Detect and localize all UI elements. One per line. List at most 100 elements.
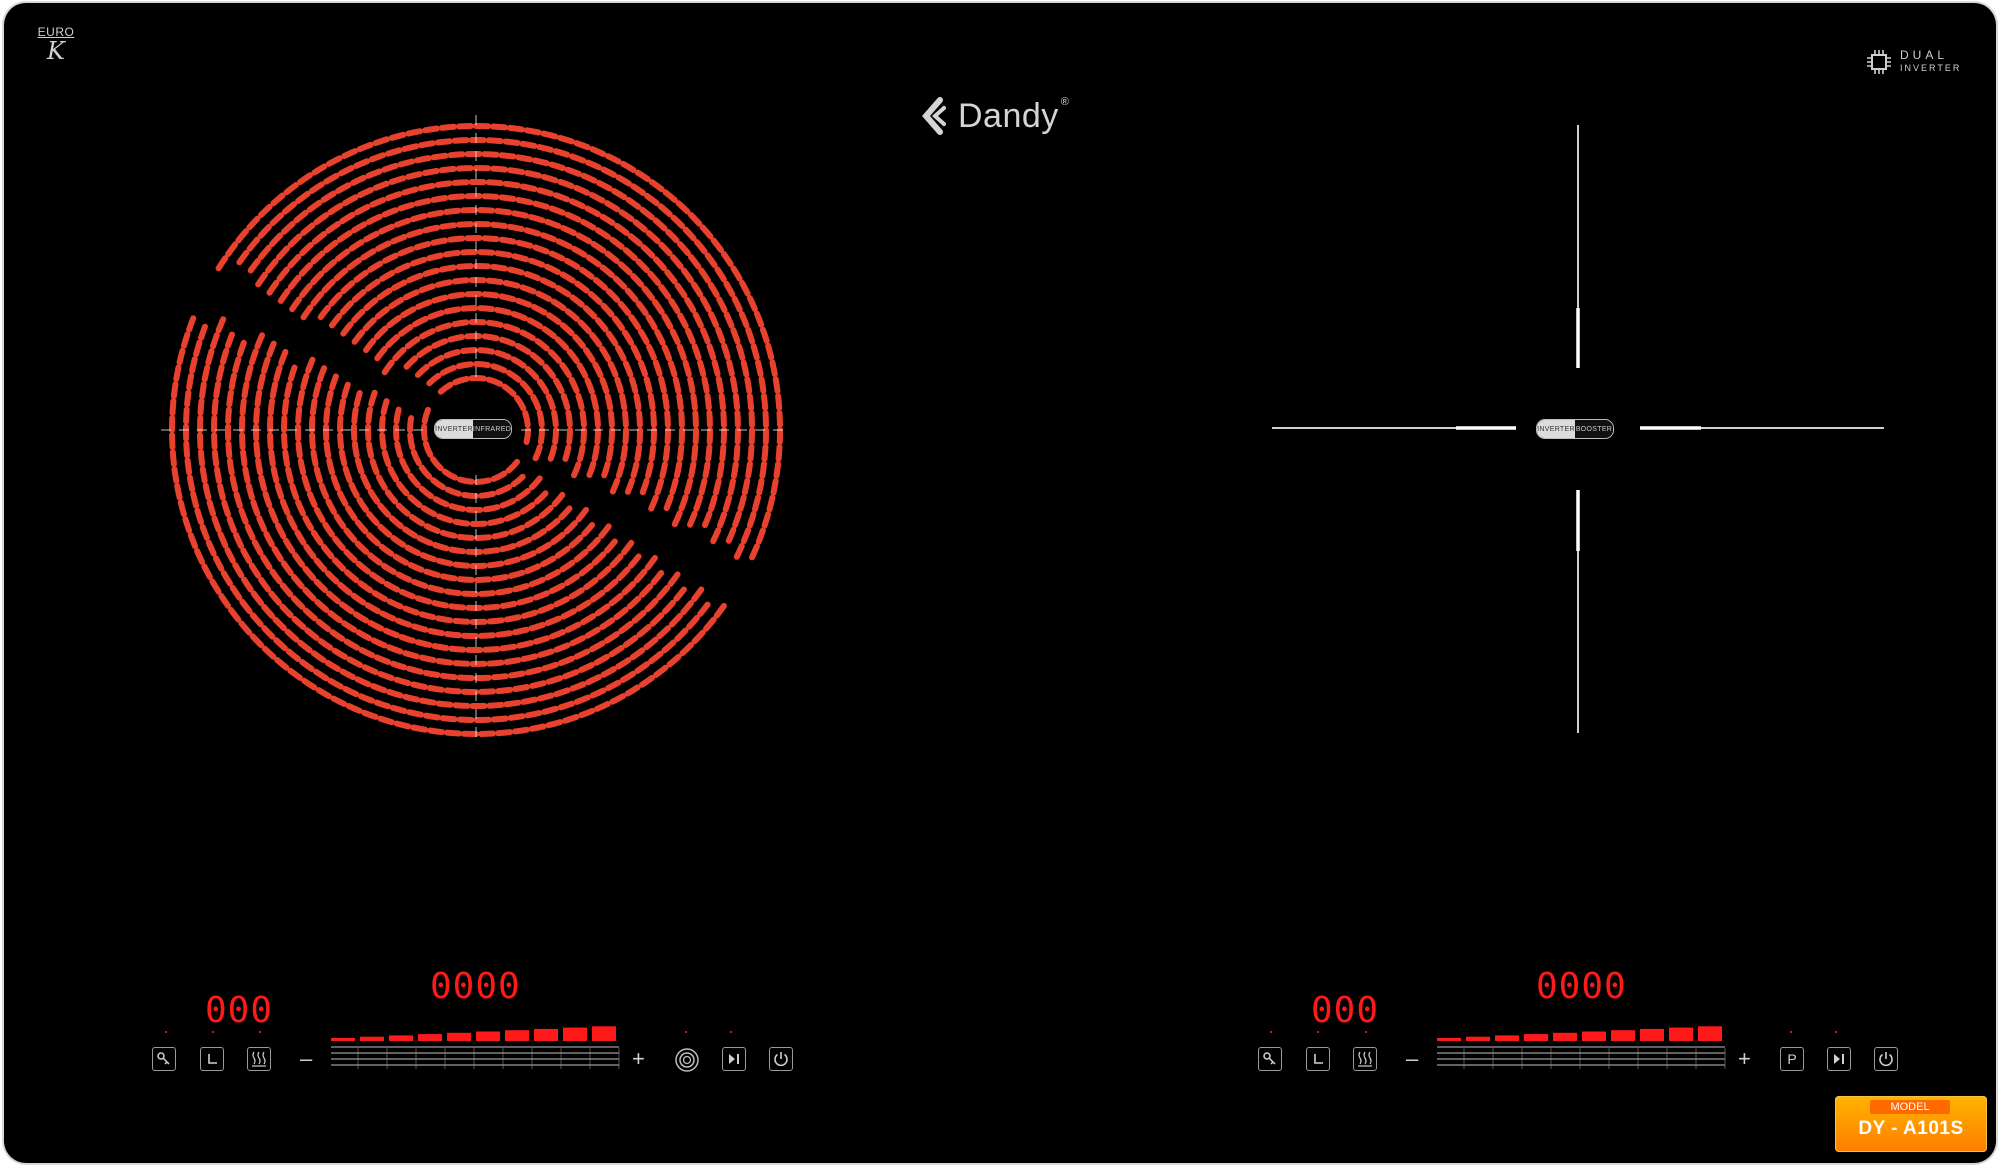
coil-segment <box>225 440 233 459</box>
coil-segment <box>548 250 566 262</box>
coil-segment <box>439 222 457 230</box>
coil-segment <box>199 523 210 541</box>
coil-segment <box>317 365 328 383</box>
coil-segment <box>515 154 534 163</box>
coil-segment <box>538 504 554 519</box>
coil-segment <box>645 230 661 245</box>
left-minus-button[interactable]: – <box>300 1048 312 1070</box>
coil-segment <box>549 629 567 640</box>
coil-segment <box>653 664 669 678</box>
coil-segment <box>635 300 649 317</box>
right-minus-button[interactable]: – <box>1406 1048 1418 1070</box>
right-special-mode-button[interactable]: P <box>1780 1047 1804 1071</box>
coil-segment <box>427 727 445 736</box>
coil-segment <box>516 596 534 606</box>
coil-segment <box>423 523 441 534</box>
coil-segment <box>255 271 268 288</box>
coil-segment <box>410 724 429 733</box>
coil-segment <box>355 629 372 642</box>
indicator-dot <box>1835 1031 1837 1033</box>
coil-segment <box>346 257 363 271</box>
power-level-bar <box>476 1031 500 1041</box>
coil-segment <box>282 537 296 554</box>
left-special-mode-button[interactable] <box>674 1047 700 1073</box>
left-power-button[interactable] <box>769 1047 793 1071</box>
coil-segment <box>369 571 386 585</box>
left-zone-infrared-label: INFRARED <box>473 420 511 438</box>
coil-segment <box>680 600 694 616</box>
coil-segment <box>722 494 733 513</box>
right-power-slider[interactable] <box>1435 1019 1731 1071</box>
coil-segment <box>668 297 681 315</box>
coil-segment <box>486 701 505 709</box>
key-lock-button[interactable] <box>152 1047 176 1071</box>
coil-segment <box>341 620 358 633</box>
coil-segment <box>244 364 254 383</box>
coil-segment <box>419 552 437 563</box>
timer-button[interactable] <box>200 1047 224 1071</box>
coil-segment <box>494 306 512 316</box>
coil-segment <box>662 444 671 463</box>
coil-segment <box>552 427 560 445</box>
coil-segment <box>611 188 628 201</box>
coil-segment <box>635 258 650 274</box>
coil-segment <box>340 321 354 337</box>
coil-segment <box>294 529 307 546</box>
coil-segment <box>304 627 320 641</box>
coil-segment <box>510 356 527 369</box>
coil-segment <box>490 470 508 482</box>
coil-segment <box>224 546 236 564</box>
coil-segment <box>637 359 648 378</box>
coil-segment <box>740 359 750 378</box>
coil-segment <box>716 461 725 479</box>
coil-segment <box>397 202 415 212</box>
coil-segment <box>407 472 421 488</box>
coil-segment <box>452 375 470 386</box>
right-timer-button[interactable] <box>1306 1047 1330 1071</box>
coil-segment <box>688 254 702 270</box>
coil-segment <box>176 347 186 366</box>
coil-segment <box>649 612 665 627</box>
right-plus-button[interactable]: + <box>1738 1048 1751 1070</box>
coil-segment <box>418 611 437 621</box>
coil-segment <box>321 278 336 294</box>
coil-segment <box>746 510 757 529</box>
coil-segment <box>398 588 416 600</box>
coil-segment <box>309 432 316 451</box>
coil-segment <box>357 187 374 198</box>
right-key-lock-button[interactable] <box>1258 1047 1282 1071</box>
left-power-slider[interactable] <box>329 1019 625 1071</box>
coil-segment <box>604 200 621 213</box>
coil-segment <box>592 276 608 291</box>
coil-segment <box>417 182 436 192</box>
coil-segment <box>507 713 526 721</box>
coil-segment <box>337 432 345 450</box>
coil-segment <box>654 329 666 346</box>
coil-segment <box>579 409 587 428</box>
power-level-bar <box>360 1036 384 1041</box>
coil-segment <box>317 638 334 651</box>
coil-segment <box>400 306 417 319</box>
coil-segment <box>643 376 653 394</box>
right-pause-play-button[interactable] <box>1827 1047 1851 1071</box>
right-keep-warm-button[interactable] <box>1353 1047 1377 1071</box>
coil-segment <box>589 687 607 699</box>
coil-segment <box>322 521 335 538</box>
coil-segment <box>211 397 219 416</box>
keep-warm-button[interactable] <box>247 1047 271 1071</box>
coil-segment <box>272 616 287 632</box>
coil-segment <box>401 526 418 539</box>
coil-segment <box>515 297 533 308</box>
coil-segment <box>194 507 204 525</box>
coil-segment <box>618 620 634 635</box>
keep-warm-icon <box>252 1051 266 1067</box>
coil-segment <box>289 296 303 313</box>
left-plus-button[interactable]: + <box>632 1048 645 1070</box>
coil-segment <box>720 409 727 428</box>
coil-segment <box>584 626 601 639</box>
left-pause-play-button[interactable] <box>722 1047 746 1071</box>
right-power-button[interactable] <box>1874 1047 1898 1071</box>
coil-segment <box>644 554 658 571</box>
coil-segment <box>630 273 645 288</box>
coil-segment <box>519 284 537 295</box>
